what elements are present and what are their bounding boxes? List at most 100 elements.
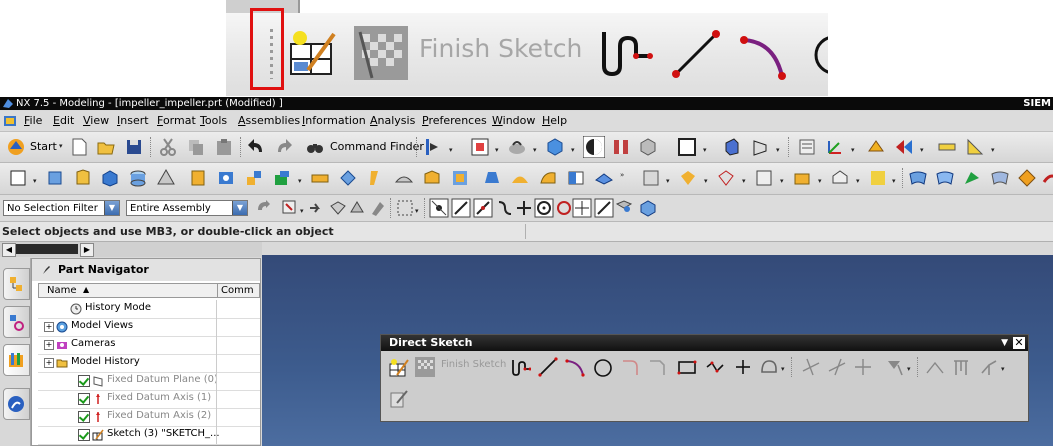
offset-curve-icon[interactable] <box>759 357 779 377</box>
select-arrow-icon[interactable] <box>306 198 326 218</box>
dropdown-icon[interactable]: ▾ <box>742 177 746 185</box>
visibility-checkbox[interactable] <box>78 375 90 387</box>
sketch-rectangle-icon[interactable] <box>8 168 28 188</box>
chevron-down-icon[interactable]: ▼ <box>232 201 247 215</box>
hole-icon[interactable] <box>216 168 236 188</box>
dropdown-icon[interactable]: ▾ <box>892 177 896 185</box>
snap-view-icon[interactable] <box>866 137 886 157</box>
snap-point-icon[interactable] <box>429 198 449 218</box>
menu-tools[interactable]: Tools <box>200 114 227 127</box>
snap-on-curve-icon[interactable] <box>594 198 614 218</box>
slot-icon[interactable] <box>338 168 358 188</box>
toolbar-overflow-icon[interactable]: » <box>620 171 624 179</box>
draft-icon[interactable] <box>482 168 502 188</box>
trim-body-icon[interactable] <box>538 168 558 188</box>
finish-flag-icon[interactable] <box>354 26 408 80</box>
dropdown-icon[interactable]: ▾ <box>1001 365 1005 373</box>
shaded-view-icon[interactable] <box>545 137 565 157</box>
app-menu-icon[interactable] <box>3 114 17 128</box>
snap-intersection-icon[interactable] <box>514 198 534 218</box>
groove-icon[interactable] <box>366 168 386 188</box>
redo-icon[interactable] <box>274 137 294 157</box>
dropdown-icon[interactable]: ▾ <box>33 177 37 185</box>
ruled-icon[interactable] <box>962 168 982 188</box>
through-curves-icon[interactable] <box>908 168 928 188</box>
snap-end-point-icon[interactable] <box>451 198 471 218</box>
dropdown-icon[interactable]: ▾ <box>300 207 304 215</box>
split-body-icon[interactable] <box>566 168 586 188</box>
navigator-scrollbar[interactable]: ◀ ▶ <box>0 242 262 257</box>
cone-icon[interactable] <box>156 168 176 188</box>
pocket-icon[interactable] <box>310 168 330 188</box>
point-icon[interactable] <box>733 357 753 377</box>
intersect-icon[interactable] <box>716 168 736 188</box>
display-control-icon[interactable] <box>894 137 914 157</box>
dropdown-icon[interactable]: ▾ <box>571 146 575 154</box>
dropdown-icon[interactable]: ▾ <box>298 177 302 185</box>
new-file-icon[interactable] <box>69 137 89 157</box>
wcs-icon[interactable] <box>825 137 845 157</box>
dropdown-icon[interactable]: ▾ <box>851 146 855 154</box>
snap-control-point-icon[interactable] <box>495 198 515 218</box>
shell-icon[interactable] <box>450 168 470 188</box>
dropdown-icon[interactable]: ▾ <box>533 146 537 154</box>
make-corner-icon[interactable] <box>853 357 873 377</box>
start-icon[interactable] <box>6 137 26 157</box>
menu-analysis[interactable]: Analysis <box>370 114 415 127</box>
line-icon[interactable] <box>538 357 558 377</box>
finish-flag-icon[interactable] <box>415 357 435 377</box>
fillet-icon[interactable] <box>621 357 641 377</box>
finish-sketch-button[interactable]: Finish Sketch <box>441 359 506 370</box>
tree-row[interactable]: Fixed Datum Axis (2) <box>38 408 260 427</box>
menu-file[interactable]: File <box>24 114 42 127</box>
select-face-icon[interactable] <box>348 198 368 218</box>
menu-edit[interactable]: Edit <box>53 114 74 127</box>
scroll-right-icon[interactable]: ▶ <box>80 243 94 257</box>
dropdown-icon[interactable]: ▾ <box>495 146 499 154</box>
orient-view-icon[interactable] <box>722 137 742 157</box>
measure-angle-icon[interactable] <box>965 137 985 157</box>
rotate-view-icon[interactable] <box>507 137 527 157</box>
resource-tab-web-browser[interactable] <box>3 388 30 420</box>
dimension-icon[interactable] <box>951 357 971 377</box>
cylinder-icon[interactable] <box>128 168 148 188</box>
dropdown-icon[interactable]: ▾ <box>703 146 707 154</box>
menu-view[interactable]: View <box>83 114 109 127</box>
snap-on-surface-icon[interactable] <box>614 198 634 218</box>
wireframe-view-icon[interactable] <box>638 137 658 157</box>
sort-ascending-icon[interactable]: ▲ <box>83 285 89 294</box>
column-comment-header[interactable]: Comm <box>221 285 254 296</box>
selection-scope-dropdown[interactable]: Entire Assembly ▼ <box>126 200 248 216</box>
studio-surface-icon[interactable] <box>990 168 1010 188</box>
column-divider[interactable] <box>217 284 218 297</box>
profile-icon[interactable] <box>511 357 531 377</box>
pin-icon[interactable] <box>40 264 52 276</box>
tree-row[interactable]: + Model History <box>38 354 260 373</box>
column-name-header[interactable]: Name <box>47 285 77 296</box>
constraints-icon[interactable] <box>885 357 905 377</box>
revolve-icon[interactable] <box>73 168 93 188</box>
visibility-checkbox[interactable] <box>78 393 90 405</box>
perspective-icon[interactable] <box>750 137 770 157</box>
dropdown-icon[interactable]: ▾ <box>449 146 453 154</box>
cut-icon[interactable] <box>158 137 178 157</box>
background-color-icon[interactable] <box>677 137 697 157</box>
edge-blend-icon[interactable] <box>394 168 414 188</box>
arc-icon[interactable] <box>740 32 786 82</box>
dropdown-icon[interactable]: ▾ <box>780 177 784 185</box>
open-folder-icon[interactable] <box>96 137 116 157</box>
sew-icon[interactable] <box>754 168 774 188</box>
chamfer-icon[interactable] <box>648 357 668 377</box>
finish-sketch-label[interactable]: Finish Sketch <box>419 34 582 63</box>
rectangle-icon[interactable] <box>677 357 697 377</box>
select-feature-icon[interactable] <box>328 198 348 218</box>
pad-icon[interactable] <box>272 168 292 188</box>
command-finder-button[interactable]: Command Finder <box>330 140 424 153</box>
save-icon[interactable] <box>124 137 144 157</box>
direct-sketch-titlebar[interactable]: Direct Sketch ▼ ✕ <box>381 335 1028 351</box>
unite-icon[interactable] <box>641 168 661 188</box>
block-icon[interactable] <box>100 168 120 188</box>
circle-icon[interactable] <box>806 30 828 80</box>
menu-preferences[interactable]: Preferences <box>422 114 487 127</box>
snap-existing-point-icon[interactable] <box>572 198 592 218</box>
